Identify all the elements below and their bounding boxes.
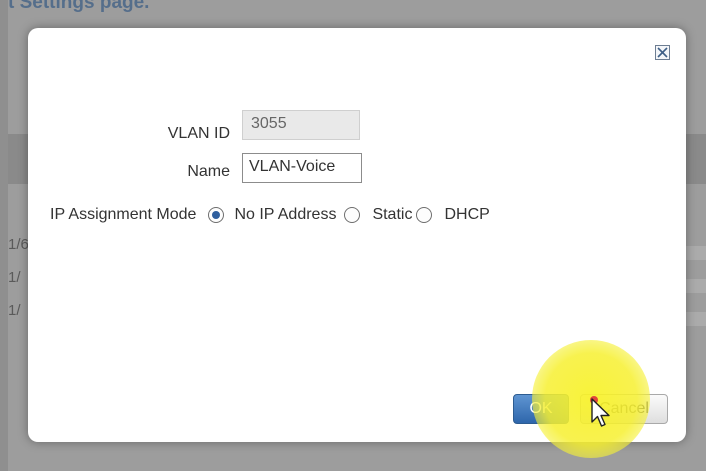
radio-static[interactable] xyxy=(344,207,361,223)
close-icon xyxy=(657,47,668,58)
radio-label-no-ip-address[interactable]: No IP Address xyxy=(234,206,336,224)
background-table-row: 1/ xyxy=(8,269,21,286)
background-row-stripe xyxy=(684,246,706,260)
name-label: Name xyxy=(187,163,230,180)
ip-assignment-mode-label: IP Assignment Mode xyxy=(50,206,197,223)
background-page-title: t Settings page. xyxy=(8,0,150,13)
background-table-row: 1/ xyxy=(8,302,21,319)
background-row-stripe xyxy=(684,312,706,326)
radio-dhcp[interactable] xyxy=(416,207,433,223)
name-field[interactable]: VLAN-Voice xyxy=(242,153,362,183)
radio-label-dhcp[interactable]: DHCP xyxy=(444,206,489,224)
radio-selected-indicator xyxy=(212,211,221,219)
radio-no-ip-address[interactable] xyxy=(208,207,225,223)
ip-assignment-mode-group: IP Assignment Mode No IP Address Static … xyxy=(50,202,496,228)
vlan-id-field[interactable]: 3055 xyxy=(242,110,360,140)
radio-label-static[interactable]: Static xyxy=(372,206,412,224)
ok-button[interactable]: OK xyxy=(513,394,569,424)
background-row-stripe xyxy=(684,279,706,293)
vlan-settings-dialog: VLAN ID 3055 Name VLAN-Voice IP Assignme… xyxy=(28,28,686,442)
vlan-id-label: VLAN ID xyxy=(167,125,230,142)
background-table-row: 1/6 xyxy=(8,236,29,253)
cancel-button[interactable]: Cancel xyxy=(580,394,668,424)
close-button[interactable] xyxy=(655,45,670,60)
